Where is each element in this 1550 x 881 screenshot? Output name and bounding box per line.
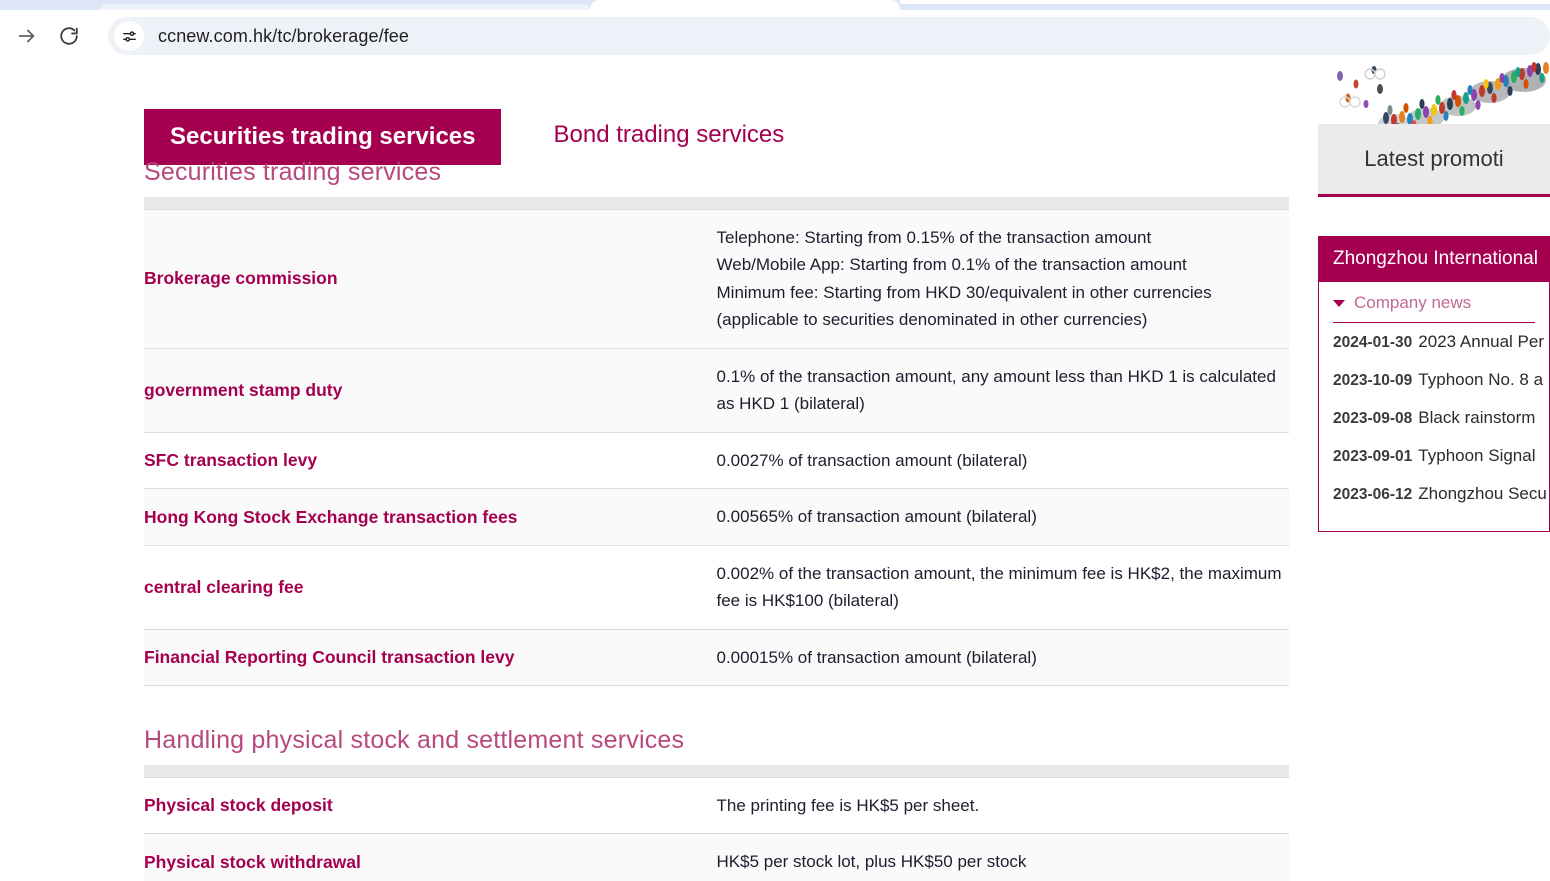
browser-tab-strip-right	[900, 0, 1550, 4]
browser-toolbar: ccnew.com.hk/tc/brokerage/fee	[0, 10, 1550, 62]
table-row: Physical stock withdrawal HK$5 per stock…	[144, 833, 1289, 881]
fee-value: Telephone: Starting from 0.15% of the tr…	[716, 208, 1289, 349]
tab-securities-trading-services[interactable]: Securities trading services	[144, 109, 502, 165]
fee-label: Brokerage commission	[144, 208, 717, 349]
fee-value: 0.00015% of transaction amount (bilatera…	[716, 628, 1289, 687]
service-tabs: Securities trading services Bond trading…	[144, 62, 1289, 165]
promotion-banner[interactable]: Latest promoti	[1318, 62, 1550, 220]
fee-table-securities: Brokerage commission Telephone: Starting…	[144, 197, 1289, 687]
news-date: 2023-10-09	[1333, 372, 1413, 389]
fee-value: 0.00565% of transaction amount (bilatera…	[716, 488, 1289, 546]
fee-value-line: 0.002% of the transaction amount, the mi…	[716, 563, 1282, 611]
table-row: Financial Reporting Council transaction …	[144, 628, 1289, 687]
chevron-down-icon	[1333, 299, 1345, 307]
fee-value-line: 0.1% of the transaction amount, any amou…	[716, 366, 1276, 414]
fee-value-line: HK$5 per stock lot, plus HK$50 per stock	[716, 852, 1027, 872]
list-item[interactable]: 2023-06-12 Zhongzhou Secu	[1319, 475, 1549, 513]
news-date: 2023-06-12	[1333, 486, 1413, 503]
browser-tab-strip	[0, 0, 1550, 10]
news-title[interactable]: Zhongzhou Secu	[1418, 484, 1547, 504]
news-title[interactable]: Black rainstorm	[1418, 408, 1535, 428]
url-text[interactable]: ccnew.com.hk/tc/brokerage/fee	[158, 26, 409, 47]
fee-value: 0.002% of the transaction amount, the mi…	[716, 544, 1289, 630]
fee-label: Physical stock deposit	[144, 776, 717, 835]
site-info-icon[interactable]	[114, 21, 144, 51]
right-sidebar: Latest promoti Zhongzhou International C…	[1318, 62, 1550, 532]
table-row: Hong Kong Stock Exchange transaction fee…	[144, 488, 1289, 546]
fee-value: 0.1% of the transaction amount, any amou…	[716, 347, 1289, 433]
fee-label: government stamp duty	[144, 347, 717, 433]
section-title-physical-stock: Handling physical stock and settlement s…	[144, 726, 685, 755]
fee-label: Financial Reporting Council transaction …	[144, 628, 717, 687]
table-row: Physical stock deposit The printing fee …	[144, 776, 1289, 835]
list-item[interactable]: 2023-09-01 Typhoon Signal	[1319, 437, 1549, 475]
fee-value-line: Telephone: Starting from 0.15% of the tr…	[716, 227, 1152, 247]
main-content: Securities trading services Bond trading…	[144, 62, 1289, 881]
fee-value-line: Minimum fee: Starting from HKD 30/equiva…	[716, 282, 1212, 330]
fee-label: SFC transaction levy	[144, 431, 717, 490]
forward-icon[interactable]	[8, 17, 46, 55]
news-date: 2024-01-30	[1333, 334, 1413, 351]
fee-label: Hong Kong Stock Exchange transaction fee…	[144, 488, 717, 546]
news-date: 2023-09-08	[1333, 410, 1413, 427]
fee-value-line: 0.00015% of transaction amount (bilatera…	[716, 647, 1037, 667]
news-title[interactable]: Typhoon No. 8 a	[1418, 370, 1543, 390]
address-bar[interactable]: ccnew.com.hk/tc/brokerage/fee	[108, 17, 1550, 55]
news-category-label: Company news	[1354, 293, 1472, 312]
fee-value-line: 0.0027% of transaction amount (bilateral…	[716, 450, 1028, 470]
fee-table-physical-stock: Physical stock deposit The printing fee …	[144, 765, 1289, 881]
table-row: Brokerage commission Telephone: Starting…	[144, 208, 1289, 349]
news-category[interactable]: Company news	[1319, 282, 1549, 322]
fee-value-line: 0.00565% of transaction amount (bilatera…	[716, 507, 1037, 527]
news-title[interactable]: 2023 Annual Per	[1418, 332, 1544, 352]
fee-label: Physical stock withdrawal	[144, 833, 717, 881]
promotion-underline	[1318, 194, 1550, 197]
list-item[interactable]: 2024-01-30 2023 Annual Per	[1319, 323, 1549, 361]
list-item[interactable]: 2023-10-09 Typhoon No. 8 a	[1319, 361, 1549, 399]
fee-value: The printing fee is HK$5 per sheet.	[716, 776, 1289, 835]
table-row: SFC transaction levy 0.0027% of transact…	[144, 431, 1289, 490]
fee-value-line: The printing fee is HK$5 per sheet.	[716, 795, 980, 815]
fee-value: HK$5 per stock lot, plus HK$50 per stock	[716, 833, 1289, 881]
list-item[interactable]: 2023-09-08 Black rainstorm	[1319, 399, 1549, 437]
browser-tab-active[interactable]	[590, 0, 900, 10]
table-header-bar	[144, 197, 1289, 209]
tab-bond-trading-services[interactable]: Bond trading services	[527, 109, 810, 163]
fee-value-line: Web/Mobile App: Starting from 0.1% of th…	[716, 255, 1187, 275]
table-row: government stamp duty 0.1% of the transa…	[144, 347, 1289, 433]
table-row: central clearing fee 0.002% of the trans…	[144, 544, 1289, 630]
reload-icon[interactable]	[50, 17, 88, 55]
news-title[interactable]: Typhoon Signal	[1418, 446, 1535, 466]
company-news-card: Zhongzhou International Company news 202…	[1318, 236, 1550, 532]
page-viewport: Securities trading services Bond trading…	[0, 62, 1550, 881]
promotion-caption: Latest promoti	[1318, 124, 1550, 194]
news-date: 2023-09-01	[1333, 448, 1413, 465]
news-card-header: Zhongzhou International	[1319, 236, 1549, 282]
table-header-bar	[144, 765, 1289, 778]
fee-label: central clearing fee	[144, 544, 717, 630]
fee-value: 0.0027% of transaction amount (bilateral…	[716, 431, 1289, 490]
